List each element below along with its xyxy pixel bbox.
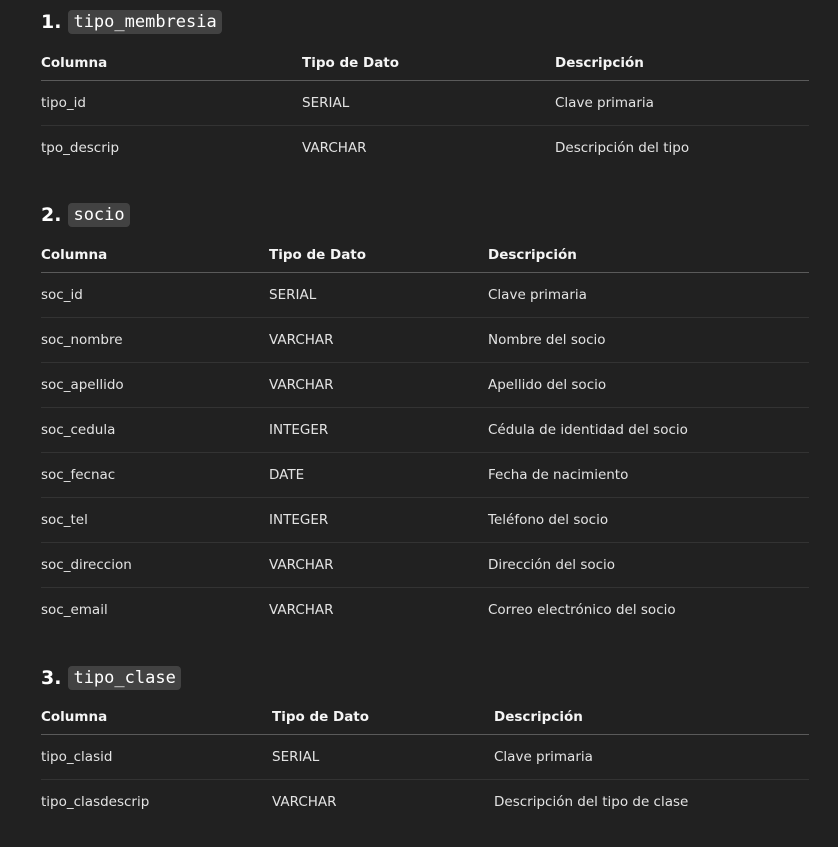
section-tipo-clase: 3. tipo_clase Columna Tipo de Dato Descr… xyxy=(41,665,809,824)
section-number: 1. xyxy=(41,11,62,33)
table-row: soc_direccion VARCHAR Dirección del soci… xyxy=(41,542,809,588)
cell-column: soc_direccion xyxy=(41,542,269,588)
table-row: tipo_clasdescrip VARCHAR Descripción del… xyxy=(41,780,809,825)
cell-type: VARCHAR xyxy=(269,362,488,408)
column-header: Columna xyxy=(41,245,269,273)
table-row: soc_id SERIAL Clave primaria xyxy=(41,272,809,318)
section-tipo-membresia: 1. tipo_membresia Columna Tipo de Dato D… xyxy=(41,9,809,170)
cell-type: INTEGER xyxy=(269,497,488,543)
cell-type: VARCHAR xyxy=(272,794,337,810)
cell-type: SERIAL xyxy=(269,272,488,318)
cell-type: VARCHAR xyxy=(269,317,488,363)
section-number: 2. xyxy=(41,204,62,226)
schema-table: Columna Tipo de Dato Descripción tipo_id… xyxy=(41,53,809,170)
cell-description: Dirección del socio xyxy=(488,542,809,588)
cell-type: SERIAL xyxy=(272,734,494,780)
section-heading: 3. tipo_clase xyxy=(41,665,809,691)
table-row: soc_tel INTEGER Teléfono del socio xyxy=(41,497,809,543)
cell-type: VARCHAR xyxy=(302,140,367,156)
table-name-code: tipo_membresia xyxy=(68,10,222,34)
cell-column: soc_tel xyxy=(41,497,269,543)
table-name-code: socio xyxy=(68,203,130,227)
cell-column: soc_id xyxy=(41,272,269,318)
cell-type: SERIAL xyxy=(302,80,555,126)
section-number: 3. xyxy=(41,667,62,689)
column-header: Descripción xyxy=(488,245,809,273)
table-row: tpo_descrip VARCHAR Descripción del tipo xyxy=(41,126,809,171)
cell-type: INTEGER xyxy=(269,407,488,453)
column-header: Tipo de Dato xyxy=(272,707,494,735)
schema-table: Columna Tipo de Dato Descripción soc_id … xyxy=(41,245,809,632)
cell-column: soc_apellido xyxy=(41,362,269,408)
cell-description: Correo electrónico del socio xyxy=(488,602,676,618)
cell-column: soc_fecnac xyxy=(41,452,269,498)
cell-column: tipo_id xyxy=(41,80,302,126)
column-header: Tipo de Dato xyxy=(302,53,555,81)
cell-type: VARCHAR xyxy=(269,542,488,588)
section-heading: 1. tipo_membresia xyxy=(41,9,809,35)
cell-description: Nombre del socio xyxy=(488,317,809,363)
table-row: soc_cedula INTEGER Cédula de identidad d… xyxy=(41,407,809,453)
cell-description: Teléfono del socio xyxy=(488,497,809,543)
cell-description: Descripción del tipo xyxy=(555,140,690,156)
table-header-row: Columna Tipo de Dato Descripción xyxy=(41,245,809,273)
column-header: Descripción xyxy=(555,53,809,81)
column-header: Columna xyxy=(41,707,272,735)
cell-description: Clave primaria xyxy=(488,272,809,318)
table-row: soc_apellido VARCHAR Apellido del socio xyxy=(41,362,809,408)
cell-description: Clave primaria xyxy=(494,734,809,780)
table-row: tipo_clasid SERIAL Clave primaria xyxy=(41,734,809,780)
cell-column: soc_nombre xyxy=(41,317,269,363)
column-header: Descripción xyxy=(494,707,809,735)
cell-type: VARCHAR xyxy=(269,602,334,618)
column-header: Tipo de Dato xyxy=(269,245,488,273)
cell-description: Fecha de nacimiento xyxy=(488,452,809,498)
cell-type: DATE xyxy=(269,452,488,498)
cell-description: Clave primaria xyxy=(555,80,809,126)
cell-column: soc_email xyxy=(41,602,108,618)
section-socio: 2. socio Columna Tipo de Dato Descripció… xyxy=(41,202,809,632)
table-row: soc_nombre VARCHAR Nombre del socio xyxy=(41,317,809,363)
column-header: Columna xyxy=(41,53,302,81)
cell-column: tipo_clasdescrip xyxy=(41,794,150,810)
cell-column: tipo_clasid xyxy=(41,734,272,780)
schema-table: Columna Tipo de Dato Descripción tipo_cl… xyxy=(41,707,809,824)
table-row: tipo_id SERIAL Clave primaria xyxy=(41,80,809,126)
cell-column: tpo_descrip xyxy=(41,140,120,156)
cell-description: Cédula de identidad del socio xyxy=(488,407,809,453)
section-heading: 2. socio xyxy=(41,202,809,228)
table-header-row: Columna Tipo de Dato Descripción xyxy=(41,707,809,735)
cell-description: Apellido del socio xyxy=(488,362,809,408)
table-row: soc_email VARCHAR Correo electrónico del… xyxy=(41,588,809,633)
table-header-row: Columna Tipo de Dato Descripción xyxy=(41,53,809,81)
table-name-code: tipo_clase xyxy=(68,666,181,690)
cell-description: Descripción del tipo de clase xyxy=(494,794,689,810)
document: 1. tipo_membresia Columna Tipo de Dato D… xyxy=(0,0,838,847)
table-row: soc_fecnac DATE Fecha de nacimiento xyxy=(41,452,809,498)
cell-column: soc_cedula xyxy=(41,407,269,453)
